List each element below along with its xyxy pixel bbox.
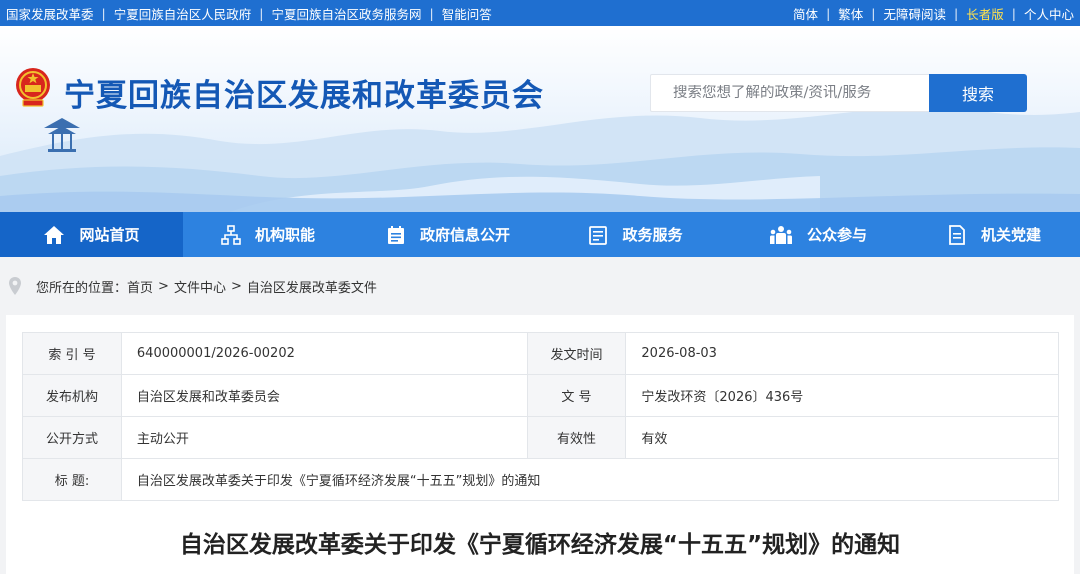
site-title: 宁夏回族自治区发展和改革委员会 — [64, 78, 544, 114]
separator: | — [954, 5, 959, 21]
search-button[interactable]: 搜索 — [929, 74, 1027, 112]
meta-label-publisher: 发布机构 — [22, 374, 122, 417]
breadcrumb-separator: > — [158, 278, 169, 294]
nav-item-label: 政务服务 — [622, 226, 683, 244]
top-bar: 国家发展改革委 | 宁夏回族自治区人民政府 | 宁夏回族自治区政务服务网 | 智… — [0, 0, 1080, 26]
meta-value-title: 自治区发展改革委关于印发《宁夏循环经济发展“十五五”规划》的通知 — [120, 458, 1060, 501]
document-icon — [949, 224, 965, 245]
link-elder-mode[interactable]: 长者版 — [966, 4, 1004, 23]
pavilion-icon — [40, 114, 84, 158]
document-panel: 索 引 号 640000001/2026-00202 发文时间 2026-08-… — [6, 315, 1074, 574]
link-ndrc[interactable]: 国家发展改革委 — [6, 4, 94, 23]
nav-item-label: 机构职能 — [254, 226, 315, 244]
meta-value-doc-number: 宁发改环资〔2026〕436号 — [625, 374, 1059, 417]
nav-item-organization[interactable]: 机构职能 — [183, 212, 353, 257]
meta-label-disclosure: 公开方式 — [22, 416, 122, 459]
search-field[interactable] — [650, 74, 930, 112]
link-gov-service[interactable]: 宁夏回族自治区政务服务网 — [271, 4, 421, 23]
separator: | — [259, 5, 264, 21]
breadcrumb-prefix: 您所在的位置： — [36, 280, 128, 296]
link-smart-qa[interactable]: 智能问答 — [442, 4, 492, 23]
calendar-list-icon — [387, 225, 404, 244]
separator: | — [101, 5, 106, 21]
meta-value-validity: 有效 — [625, 416, 1059, 459]
people-icon — [769, 225, 792, 244]
meta-row: 标 题: 自治区发展改革委关于印发《宁夏循环经济发展“十五五”规划》的通知 — [22, 458, 1060, 501]
separator: | — [429, 5, 434, 21]
mountain-landscape-background — [0, 107, 1080, 212]
document-title: 自治区发展改革委关于印发《宁夏循环经济发展“十五五”规划》的通知 — [179, 532, 901, 558]
breadcrumb-home[interactable]: 首页 — [127, 277, 153, 296]
search-input[interactable] — [673, 85, 923, 101]
meta-row: 公开方式 主动公开 有效性 有效 — [22, 416, 1059, 459]
document-meta-table: 索 引 号 640000001/2026-00202 发文时间 2026-08-… — [22, 332, 1060, 501]
separator: | — [1011, 5, 1016, 21]
meta-label-title: 标 题: — [22, 458, 122, 501]
breadcrumb: 您所在的位置： 首页 > 文件中心 > 自治区发展改革委文件 — [0, 257, 1080, 315]
link-accessibility[interactable]: 无障碍阅读 — [884, 4, 947, 23]
location-pin-icon — [9, 277, 21, 295]
nav-item-label: 机关党建 — [980, 226, 1041, 244]
nav-item-public-participation[interactable]: 公众参与 — [728, 212, 908, 257]
nav-item-party-building[interactable]: 机关党建 — [908, 212, 1080, 257]
nav-item-gov-service[interactable]: 政务服务 — [543, 212, 728, 257]
header-banner: 宁夏回族自治区发展和改革委员会 搜索 — [0, 26, 1080, 212]
home-icon — [44, 225, 65, 244]
main-nav: 网站首页 机构职能 政府信息公开 政务服务 公众参与 机关党建 — [0, 212, 1080, 257]
breadcrumb-current[interactable]: 自治区发展改革委文件 — [247, 277, 377, 296]
list-doc-icon — [589, 225, 608, 245]
nav-item-home[interactable]: 网站首页 — [0, 212, 183, 257]
link-simplified[interactable]: 简体 — [793, 4, 818, 23]
meta-label-index: 索 引 号 — [22, 332, 122, 375]
nav-item-label: 网站首页 — [79, 226, 140, 244]
meta-row: 发布机构 自治区发展和改革委员会 文 号 宁发改环资〔2026〕436号 — [22, 374, 1059, 417]
nav-item-gov-info[interactable]: 政府信息公开 — [353, 212, 543, 257]
link-ningxia-gov[interactable]: 宁夏回族自治区人民政府 — [114, 4, 252, 23]
meta-value-publisher: 自治区发展和改革委员会 — [120, 374, 528, 417]
link-traditional[interactable]: 繁体 — [838, 4, 863, 23]
meta-label-validity: 有效性 — [526, 416, 627, 459]
link-personal-center[interactable]: 个人中心 — [1024, 4, 1074, 23]
meta-label-doc-number: 文 号 — [526, 374, 627, 417]
breadcrumb-file-center[interactable]: 文件中心 — [174, 277, 226, 296]
org-chart-icon — [221, 224, 241, 245]
national-emblem-icon — [14, 66, 52, 108]
meta-value-index: 640000001/2026-00202 — [120, 332, 528, 375]
meta-label-date: 发文时间 — [526, 332, 627, 375]
meta-row: 索 引 号 640000001/2026-00202 发文时间 2026-08-… — [22, 332, 1059, 375]
top-links-left: 国家发展改革委 | 宁夏回族自治区人民政府 | 宁夏回族自治区政务服务网 | 智… — [6, 0, 492, 26]
top-links-right: 简体 | 繁体 | 无障碍阅读 | 长者版 | 个人中心 — [793, 0, 1074, 26]
meta-value-date: 2026-08-03 — [625, 332, 1059, 375]
nav-item-label: 公众参与 — [806, 226, 867, 244]
separator: | — [826, 5, 831, 21]
meta-value-disclosure: 主动公开 — [120, 416, 528, 459]
nav-item-label: 政府信息公开 — [419, 226, 510, 244]
breadcrumb-separator: > — [230, 278, 242, 294]
separator: | — [871, 5, 876, 21]
